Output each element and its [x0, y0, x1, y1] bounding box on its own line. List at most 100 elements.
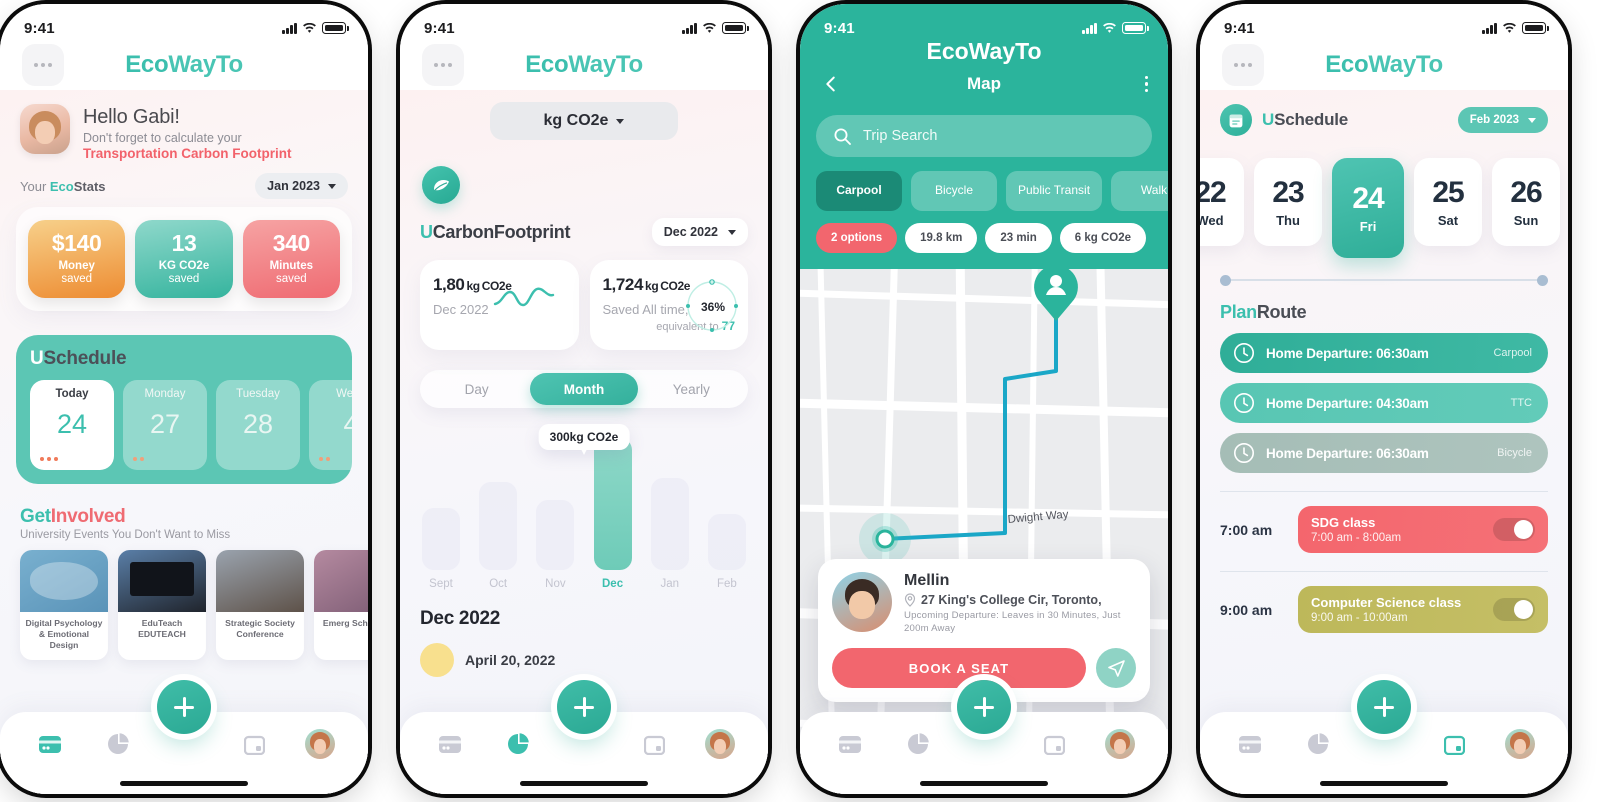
- trip-list-item[interactable]: April 20, 2022: [400, 630, 768, 677]
- route-option-row[interactable]: Home Departure: 04:30am TTC: [1220, 383, 1548, 423]
- unit-selector[interactable]: kg CO2e: [490, 102, 678, 140]
- tab-wallet[interactable]: [33, 727, 67, 761]
- add-button[interactable]: [1357, 680, 1411, 734]
- event-card[interactable]: Strategic Society Conference: [216, 550, 304, 660]
- tab-profile-avatar[interactable]: [705, 729, 735, 759]
- class-toggle[interactable]: [1493, 598, 1535, 621]
- route-option-row[interactable]: Home Departure: 06:30am Carpool: [1220, 333, 1548, 373]
- user-avatar[interactable]: [20, 104, 70, 154]
- day-card[interactable]: Tuesday 28: [216, 380, 300, 471]
- driver-avatar[interactable]: [832, 572, 892, 633]
- tab-wallet[interactable]: [1233, 727, 1267, 761]
- plan-route-title: PlanRoute: [1220, 302, 1307, 322]
- home-indicator: [520, 781, 648, 786]
- segment-month[interactable]: Month: [530, 373, 638, 405]
- chart-bar[interactable]: [479, 482, 518, 570]
- date-scroll-slider[interactable]: [1220, 274, 1548, 286]
- mode-chip-walk[interactable]: Walk: [1111, 171, 1168, 211]
- wifi-icon: [703, 22, 716, 33]
- carbon-saved-card[interactable]: 1,724 kg CO2e Saved All time, equivalent t…: [589, 260, 748, 350]
- segment-day[interactable]: Day: [423, 373, 530, 405]
- event-card[interactable]: EduTeach EDUTEACH: [118, 550, 206, 660]
- fact-emissions[interactable]: 6 kg CO2e: [1059, 223, 1147, 253]
- menu-button[interactable]: [22, 44, 64, 86]
- chart-bar[interactable]: [650, 478, 689, 570]
- stat-card[interactable]: 340 Minutes saved: [242, 220, 340, 299]
- segment-yearly[interactable]: Yearly: [638, 373, 745, 405]
- stat-card[interactable]: 13 KG CO2e saved: [135, 220, 233, 299]
- chart-bar[interactable]: [536, 500, 575, 570]
- carbon-current-card[interactable]: 1,80 kg CO2e Dec 2022: [420, 260, 579, 350]
- tab-profile-avatar[interactable]: [1105, 729, 1135, 759]
- day-card[interactable]: Wedn 4: [309, 380, 352, 471]
- tab-stats[interactable]: [901, 727, 935, 761]
- carbon-footprint-link[interactable]: Transportation Carbon Footprint: [83, 146, 292, 161]
- trip-search-input[interactable]: Trip Search: [816, 115, 1152, 157]
- day-strip[interactable]: Today 24 Monday 27 Tuesday 28 We 4: [30, 380, 352, 471]
- date-card[interactable]: 22 Wed: [1200, 158, 1244, 246]
- class-schedule-row: 7:00 am SDG class 7:00 am - 8:00am: [1200, 492, 1568, 553]
- slider-knob-left[interactable]: [1220, 274, 1231, 286]
- card-icon: [1239, 735, 1261, 753]
- tab-stats[interactable]: [501, 727, 535, 761]
- tab-stats[interactable]: [1301, 727, 1335, 761]
- book-seat-button[interactable]: BOOK A SEAT: [832, 648, 1086, 688]
- wifi-icon: [303, 22, 316, 33]
- fact-options[interactable]: 2 options: [816, 223, 898, 253]
- tab-stats[interactable]: [101, 727, 135, 761]
- ecostats-label: Your EcoStats: [20, 178, 106, 194]
- mode-chip-bicycle[interactable]: Bicycle: [911, 171, 997, 211]
- date-card[interactable]: 26 Sun: [1492, 158, 1560, 246]
- tab-wallet[interactable]: [433, 727, 467, 761]
- calendar-badge: [1220, 104, 1252, 136]
- chart-tick: Oct: [489, 578, 508, 590]
- chart-bar[interactable]: [593, 438, 632, 570]
- driver-name: Mellin: [904, 572, 950, 590]
- add-button[interactable]: [157, 680, 211, 734]
- tab-calendar[interactable]: [237, 727, 271, 761]
- tab-calendar[interactable]: [1037, 727, 1071, 761]
- slider-knob-right[interactable]: [1537, 274, 1548, 286]
- event-card[interactable]: Emerg Scholars I: [314, 550, 368, 660]
- month-selector-carbon[interactable]: Dec 2022: [651, 218, 748, 246]
- transport-mode-chips[interactable]: Carpool Bicycle Public Transit Walk: [800, 157, 1168, 211]
- calendar-icon: [1443, 735, 1465, 755]
- add-button[interactable]: [557, 680, 611, 734]
- period-segmented-control[interactable]: Day Month Yearly: [420, 370, 748, 408]
- send-message-button[interactable]: [1096, 648, 1136, 688]
- class-card[interactable]: Computer Science class 9:00 am - 10:00am: [1298, 586, 1548, 633]
- events-strip[interactable]: Digital Psychology & Emotional Design Ed…: [20, 550, 368, 660]
- event-card[interactable]: Digital Psychology & Emotional Design: [20, 550, 108, 660]
- fact-duration[interactable]: 23 min: [985, 223, 1052, 253]
- chart-bar[interactable]: [707, 514, 746, 570]
- more-options-icon[interactable]: [1144, 75, 1148, 93]
- chart-bar[interactable]: [422, 508, 460, 570]
- day-card[interactable]: Today 24: [30, 380, 114, 471]
- stat-card[interactable]: $140 Money saved: [28, 220, 126, 299]
- add-button[interactable]: [957, 680, 1011, 734]
- tab-calendar[interactable]: [1437, 727, 1471, 761]
- chevron-down-icon: [328, 183, 336, 189]
- day-card[interactable]: Monday 27: [123, 380, 207, 471]
- date-card-selected[interactable]: 24 Fri: [1332, 158, 1404, 258]
- tab-wallet[interactable]: [833, 727, 867, 761]
- month-selector-home[interactable]: Jan 2023: [255, 173, 348, 199]
- date-card[interactable]: 23 Thu: [1254, 158, 1322, 246]
- tab-calendar[interactable]: [637, 727, 671, 761]
- chart-axis-labels: Sept Oct Nov Dec Jan Feb: [422, 578, 746, 590]
- route-option-row[interactable]: Home Departure: 06:30am Bicycle: [1220, 433, 1548, 473]
- date-card[interactable]: 25 Sat: [1414, 158, 1482, 246]
- mode-chip-carpool[interactable]: Carpool: [816, 171, 902, 211]
- menu-button[interactable]: [422, 44, 464, 86]
- class-toggle[interactable]: [1493, 518, 1535, 541]
- menu-button[interactable]: [1222, 44, 1264, 86]
- date-carousel[interactable]: 22 Wed 23 Thu 24 Fri 25 Sat 26 Sun: [1200, 136, 1568, 258]
- tab-profile-avatar[interactable]: [305, 729, 335, 759]
- class-card[interactable]: SDG class 7:00 am - 8:00am: [1298, 506, 1548, 553]
- mode-chip-public-transit[interactable]: Public Transit: [1006, 171, 1103, 211]
- get-involved-subtitle: University Events You Don't Want to Miss: [20, 529, 231, 542]
- month-selector-schedule[interactable]: Feb 2023: [1457, 107, 1548, 133]
- fact-distance[interactable]: 19.8 km: [905, 223, 978, 253]
- battery-icon: [1122, 22, 1149, 34]
- tab-profile-avatar[interactable]: [1505, 729, 1535, 759]
